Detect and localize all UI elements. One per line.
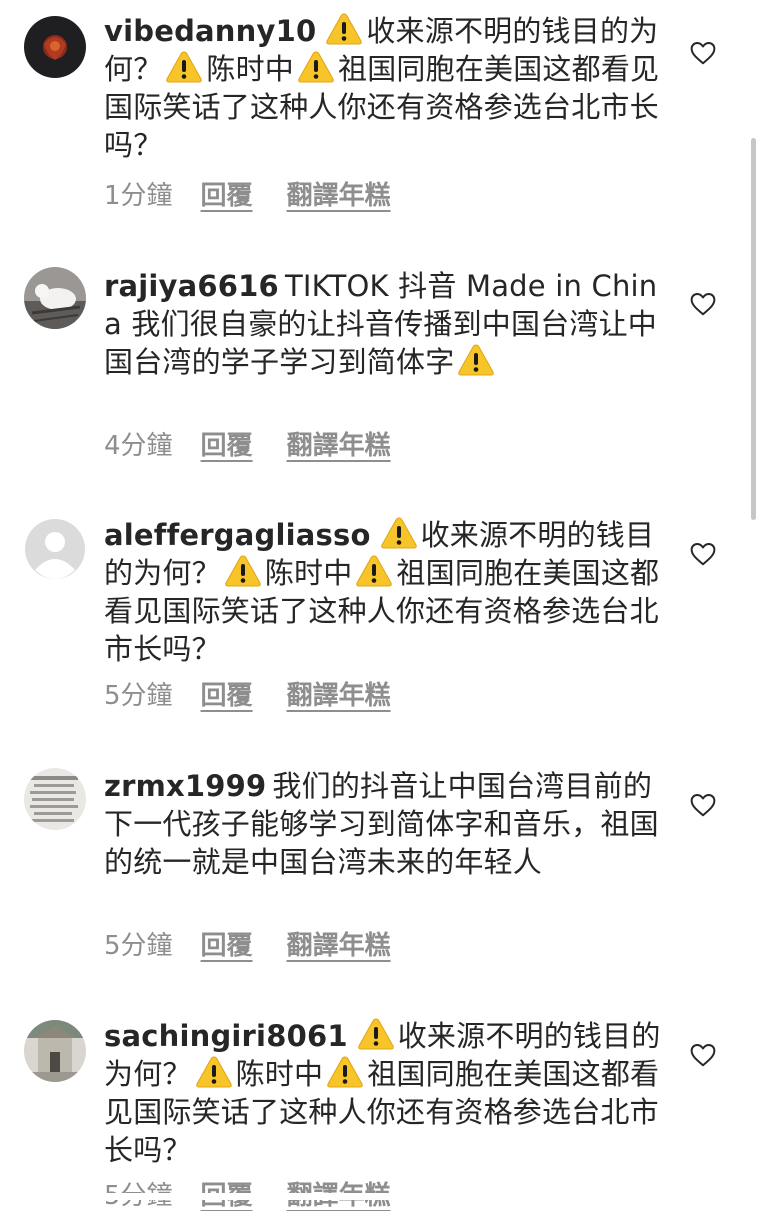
- comment-time: 4分鐘: [104, 431, 173, 461]
- comment-time: 5分鐘: [104, 681, 173, 711]
- comment-time: 1分鐘: [104, 181, 173, 211]
- scrollbar-thumb[interactable]: [751, 138, 756, 520]
- comment-text: rajiya6616 TIKTOK 抖音 Made in China 我们很自豪的…: [104, 267, 664, 381]
- heart-icon[interactable]: [690, 542, 716, 566]
- heart-icon[interactable]: [690, 793, 716, 817]
- translate-button[interactable]: 翻譯年糕: [287, 931, 391, 961]
- bottom-edge: [0, 1193, 762, 1200]
- comment-username[interactable]: zrmx1999: [104, 769, 266, 803]
- comment-item: vibedanny10 收来源不明的钱目的为何？ 陈时中 祖国同胞在美国这都看见国际笑…: [0, 0, 762, 240]
- translate-button[interactable]: 翻譯年糕: [287, 431, 391, 461]
- heart-icon[interactable]: [690, 292, 716, 316]
- translate-button[interactable]: 翻譯年糕: [287, 681, 391, 711]
- heart-icon[interactable]: [690, 1043, 716, 1067]
- comment-meta: 1分鐘 回覆 翻譯年糕: [104, 181, 391, 211]
- avatar[interactable]: [24, 267, 86, 329]
- warning-icon: [458, 344, 495, 376]
- avatar[interactable]: [24, 768, 86, 830]
- reply-button[interactable]: 回覆: [201, 181, 253, 211]
- comment-text: vibedanny10 收来源不明的钱目的为何？ 陈时中 祖国同胞在美国这都看见国际笑…: [104, 12, 664, 164]
- comment-item: zrmx1999 我们的抖音让中国台湾目前的下一代孩子能够学习到简体字和音乐，祖国…: [0, 750, 762, 990]
- comment-username[interactable]: vibedanny10: [104, 14, 316, 48]
- translate-button[interactable]: 翻譯年糕: [287, 181, 391, 211]
- warning-icon: [166, 51, 203, 83]
- heart-icon[interactable]: [690, 41, 716, 65]
- comment-time: 5分鐘: [104, 931, 173, 961]
- comment-username[interactable]: sachingiri8061: [104, 1019, 348, 1053]
- comment-meta: 4分鐘 回覆 翻譯年糕: [104, 431, 391, 461]
- warning-icon: [380, 517, 417, 549]
- reply-button[interactable]: 回覆: [201, 431, 253, 461]
- warning-icon: [298, 51, 334, 83]
- comment-body: 陈时中: [206, 52, 295, 86]
- comment-text: sachingiri8061 收来源不明的钱目的为何？ 陈时中 祖国同胞在美国这都看见…: [104, 1017, 664, 1169]
- warning-icon: [225, 555, 261, 587]
- comment-username[interactable]: rajiya6616: [104, 269, 279, 303]
- comment-body: 陈时中: [235, 1057, 324, 1091]
- avatar[interactable]: [24, 1020, 86, 1082]
- reply-button[interactable]: 回覆: [201, 681, 253, 711]
- comment-body: 陈时中: [264, 556, 353, 590]
- warning-icon: [327, 1056, 363, 1088]
- comment-username[interactable]: aleffergagliasso: [104, 518, 371, 552]
- comment-text: aleffergagliasso 收来源不明的钱目的为何？ 陈时中 祖国同胞在美国这都…: [104, 516, 664, 668]
- warning-icon: [195, 1056, 232, 1088]
- comment-meta: 5分鐘回覆 翻譯年糕: [104, 681, 391, 711]
- avatar[interactable]: [24, 518, 86, 580]
- reply-button[interactable]: 回覆: [201, 931, 253, 961]
- warning-icon: [357, 1018, 394, 1050]
- comment-text: zrmx1999 我们的抖音让中国台湾目前的下一代孩子能够学习到简体字和音乐，祖国…: [104, 767, 664, 881]
- comment-meta: 5分鐘回覆 翻譯年糕: [104, 931, 391, 961]
- comment-item: sachingiri8061 收来源不明的钱目的为何？ 陈时中 祖国同胞在美国这都看见…: [0, 1000, 762, 1211]
- warning-icon: [326, 13, 363, 45]
- avatar[interactable]: [24, 16, 86, 78]
- comment-item: rajiya6616 TIKTOK 抖音 Made in China 我们很自豪的…: [0, 250, 762, 490]
- warning-icon: [356, 555, 393, 587]
- comment-item: aleffergagliasso 收来源不明的钱目的为何？ 陈时中 祖国同胞在美国这都…: [0, 500, 762, 740]
